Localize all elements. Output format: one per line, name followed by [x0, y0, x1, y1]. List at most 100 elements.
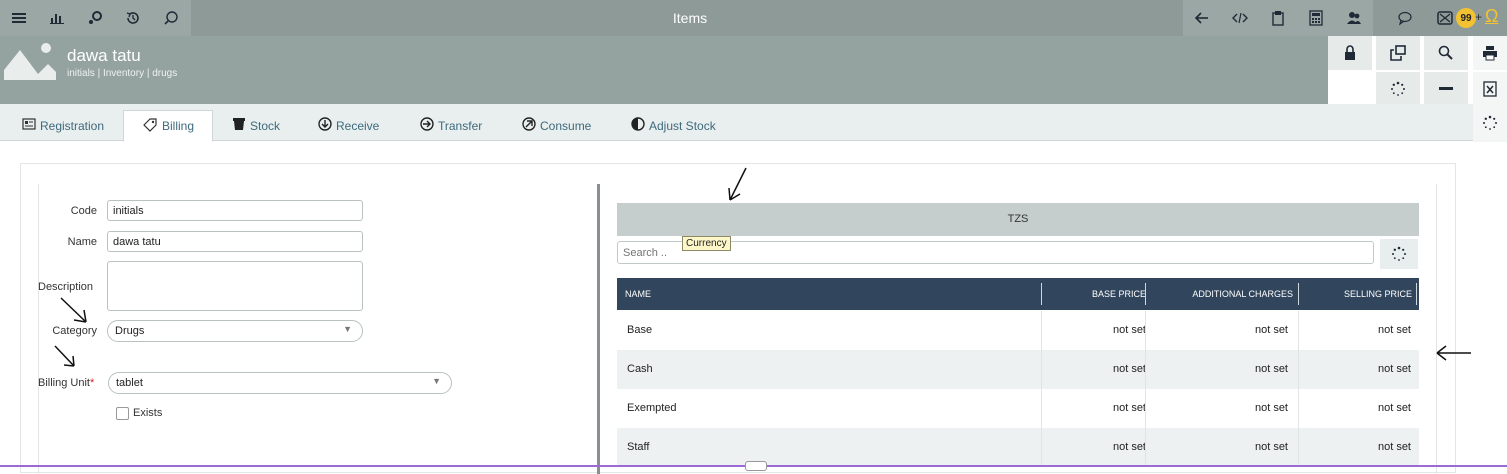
notification-count-badge[interactable]: 99 [1456, 8, 1476, 28]
name-label: Name [67, 236, 97, 248]
row-name: Staff [627, 441, 650, 453]
table-row[interactable]: Cash not set not set not set [617, 350, 1419, 389]
bar-chart-icon[interactable] [38, 0, 76, 36]
col-name[interactable]: NAME [625, 278, 651, 310]
window-title: Items [672, 10, 708, 26]
chevron-down-icon: ▼ [432, 376, 441, 386]
tab-stock-label: Stock [250, 118, 281, 133]
clipboard-icon[interactable] [1259, 0, 1297, 36]
row-additional-charges: not set [1254, 324, 1288, 336]
tab-receive-label: Receive [336, 118, 380, 133]
tab-billing-label: Billing [162, 119, 195, 133]
exists-checkbox[interactable] [116, 407, 129, 420]
tab-consume-label: Consume [540, 118, 592, 133]
transfer-icon [420, 117, 434, 134]
stock-bin-icon [232, 117, 246, 134]
tab-billing[interactable]: Billing [123, 110, 214, 142]
receive-icon [318, 117, 332, 134]
tab-adjust-stock[interactable]: Adjust Stock [631, 110, 716, 141]
side-spinner-icon [1473, 104, 1507, 142]
code-label: Code [70, 205, 97, 217]
row-additional-charges: not set [1254, 441, 1288, 453]
header-actions [1328, 36, 1507, 106]
row-base-price: not set [1112, 324, 1146, 336]
row-selling-price: not set [1377, 363, 1411, 375]
annotation-arrow-category [60, 297, 87, 323]
table-row[interactable]: Exempted not set not set not set [617, 389, 1419, 428]
row-selling-price: not set [1377, 402, 1411, 414]
tab-transfer-label: Transfer [438, 118, 483, 133]
toolbar-far-right [1385, 0, 1465, 36]
chat-icon[interactable] [1385, 0, 1425, 36]
print-icon[interactable] [1473, 36, 1507, 70]
category-label: Category [52, 325, 97, 337]
table-row[interactable]: Staff not set not set not set [617, 428, 1419, 467]
category-select[interactable]: Drugs ▼ [107, 320, 363, 342]
row-name: Base [627, 324, 653, 336]
notification-plus: + [1475, 10, 1483, 24]
tab-registration[interactable]: Registration [22, 110, 104, 141]
adjust-stock-icon [631, 117, 645, 134]
tab-registration-label: Registration [40, 118, 105, 133]
currency-tooltip: Currency [682, 236, 731, 251]
billing-unit-select[interactable]: tablet ▼ [108, 372, 452, 394]
consume-icon [522, 117, 536, 134]
copy-window-icon[interactable] [1376, 36, 1420, 70]
tab-transfer[interactable]: Transfer [420, 110, 482, 141]
row-selling-price: not set [1377, 441, 1411, 453]
lock-icon[interactable] [1328, 36, 1372, 70]
billing-unit-label: Billing Unit* [38, 377, 108, 389]
tab-bar: Registration Billing Stock Receive Trans… [0, 104, 1473, 142]
tab-adjust-stock-label: Adjust Stock [649, 118, 716, 133]
required-marker: * [89, 377, 95, 389]
refresh-spinner-button[interactable] [1380, 239, 1418, 269]
menu-icon[interactable] [0, 0, 38, 36]
top-toolbar: Items 99 + Ω [0, 0, 1507, 36]
row-name: Exempted [627, 402, 677, 414]
back-arrow-icon[interactable] [1183, 0, 1221, 36]
table-row[interactable]: Base not set not set not set [617, 311, 1419, 350]
row-base-price: not set [1112, 402, 1146, 414]
col-selling-price[interactable]: SELLING PRICE [1298, 278, 1412, 310]
record-name: dawa tatu [67, 46, 141, 65]
description-label: Description [38, 281, 94, 293]
row-base-price: not set [1112, 363, 1146, 375]
tab-stock[interactable]: Stock [232, 110, 280, 141]
zoom-icon[interactable] [1424, 36, 1468, 70]
history-icon[interactable] [114, 0, 152, 36]
spinner-icon [1392, 246, 1406, 261]
users-icon[interactable] [1335, 0, 1373, 36]
search-icon[interactable] [152, 0, 190, 36]
billing-unit-label-text: Billing Unit [38, 377, 90, 389]
currency-header[interactable]: TZS [617, 203, 1419, 236]
billing-tag-icon [142, 117, 158, 135]
excel-export-icon[interactable] [1473, 72, 1507, 106]
col-base-price[interactable]: BASE PRICE [1041, 278, 1146, 310]
calculator-icon[interactable] [1297, 0, 1335, 36]
resize-handle[interactable] [745, 461, 767, 471]
image-placeholder-icon [4, 40, 56, 80]
description-field[interactable] [107, 261, 363, 311]
name-field[interactable] [107, 231, 363, 252]
record-header: dawa tatu initials | Inventory | drugs [0, 36, 1328, 104]
chevron-down-icon: ▼ [343, 324, 352, 334]
row-additional-charges: not set [1254, 363, 1288, 375]
row-base-price: not set [1112, 441, 1146, 453]
annotation-arrow-prices [1436, 345, 1471, 361]
user-account-icon[interactable]: Ω [1485, 6, 1498, 27]
tab-receive[interactable]: Receive [318, 110, 379, 141]
annotation-arrow-currency [728, 167, 747, 201]
tab-consume[interactable]: Consume [522, 110, 591, 141]
billing-unit-value: tablet [116, 377, 143, 389]
record-path: initials | Inventory | drugs [67, 68, 178, 79]
row-selling-price: not set [1377, 324, 1411, 336]
minimize-icon[interactable] [1424, 72, 1468, 106]
loading-spinner-icon [1376, 72, 1420, 106]
settings-key-icon[interactable] [76, 0, 114, 36]
col-additional-charges[interactable]: ADDITIONAL CHARGES [1145, 278, 1293, 310]
code-field[interactable] [107, 200, 363, 221]
code-icon[interactable] [1221, 0, 1259, 36]
toolbar-left-group [0, 0, 191, 36]
annotation-arrow-billing-unit [54, 345, 75, 367]
category-value: Drugs [115, 325, 145, 337]
